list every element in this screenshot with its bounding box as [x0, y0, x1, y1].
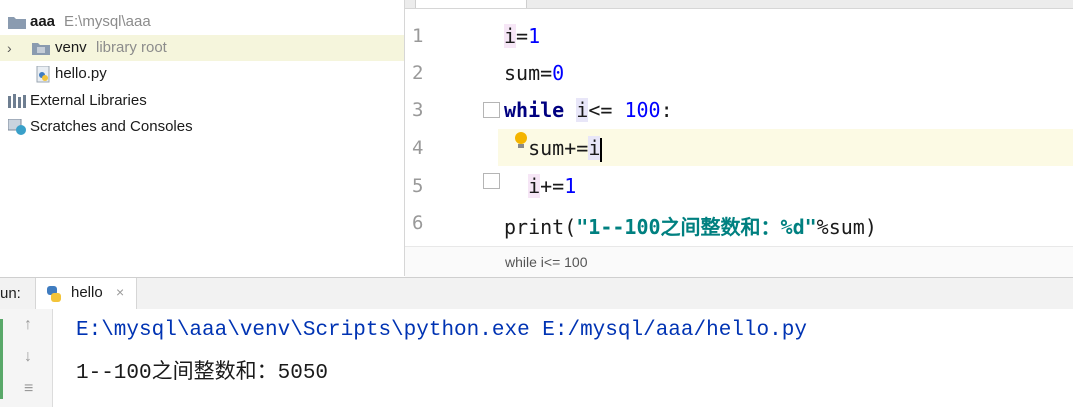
tree-item-root[interactable]: aaa E:\mysql\aaa — [0, 9, 404, 35]
console-line: 1--100之间整数和：5050 — [76, 362, 329, 385]
console-line: E:\mysql\aaa\venv\Scripts\python.exe E:/… — [76, 319, 807, 342]
line-gutter: 1 2 3 4 5 6 — [405, 9, 498, 244]
breadcrumb-item[interactable]: while i<= 100 — [505, 254, 588, 270]
fold-open-icon[interactable] — [483, 102, 500, 118]
arrow-up-icon[interactable]: ↑ — [24, 316, 32, 334]
root-path: E:\mysql\aaa — [64, 13, 151, 30]
editor-tab-strip — [405, 0, 1073, 9]
code-line-1: i=1 — [504, 24, 541, 48]
venv-tag: library root — [96, 39, 167, 56]
venv-name: venv — [55, 39, 87, 56]
console-output[interactable]: E:\mysql\aaa\venv\Scripts\python.exe E:/… — [53, 309, 1073, 407]
file-name: hello.py — [55, 65, 107, 82]
text-caret — [600, 137, 603, 162]
tree-item-venv[interactable]: › venv library root — [0, 35, 404, 61]
fold-close-icon[interactable] — [483, 173, 500, 189]
folder-icon — [32, 43, 50, 55]
line-number: 6 — [412, 212, 424, 234]
run-panel-header: un: hello × — [0, 277, 1073, 310]
run-tab-label: hello — [71, 284, 103, 301]
code-line-6: print("1--100之间整数和：%d"%sum) — [504, 215, 877, 239]
line-number: 1 — [412, 25, 424, 47]
python-file-icon — [36, 66, 50, 83]
scratches-label: Scratches and Consoles — [30, 118, 193, 135]
code-line-5: i+=1 — [528, 174, 577, 198]
folder-icon — [8, 17, 26, 29]
run-toolbar: ↑ ↓ ≡ — [0, 309, 53, 407]
editor-tab[interactable] — [415, 0, 527, 8]
line-number: 4 — [412, 137, 424, 159]
external-libraries-label: External Libraries — [30, 92, 147, 109]
close-icon[interactable]: × — [116, 284, 124, 300]
code-line-3: while i<= 100: — [504, 98, 673, 122]
tree-item-scratches[interactable]: Scratches and Consoles — [0, 114, 404, 140]
scratches-icon — [8, 119, 26, 135]
chevron-right-icon[interactable]: › — [7, 35, 12, 61]
line-number: 2 — [412, 62, 424, 84]
arrow-down-icon[interactable]: ↓ — [24, 348, 32, 366]
code-line-2: sum=0 — [504, 61, 565, 85]
library-icon — [8, 94, 26, 108]
line-number: 3 — [412, 99, 424, 121]
root-name: aaa — [30, 13, 56, 30]
tree-item-external-libraries[interactable]: External Libraries — [0, 88, 404, 114]
line-number: 5 — [412, 175, 424, 197]
project-panel: aaa E:\mysql\aaa › venv library root hel… — [0, 0, 405, 276]
breadcrumb[interactable]: while i<= 100 — [405, 246, 1073, 277]
code-editor[interactable]: 1 2 3 4 5 6 i=1 sum=0 while i<= 100: sum… — [405, 0, 1073, 277]
run-tab-hello[interactable]: hello × — [35, 278, 137, 309]
soft-wrap-icon[interactable]: ≡ — [24, 380, 33, 398]
run-status-strip — [0, 319, 3, 399]
lightbulb-icon[interactable] — [514, 131, 528, 151]
tree-item-hello-py[interactable]: hello.py — [0, 61, 404, 87]
python-icon — [47, 286, 61, 302]
run-label: un: — [0, 285, 21, 302]
